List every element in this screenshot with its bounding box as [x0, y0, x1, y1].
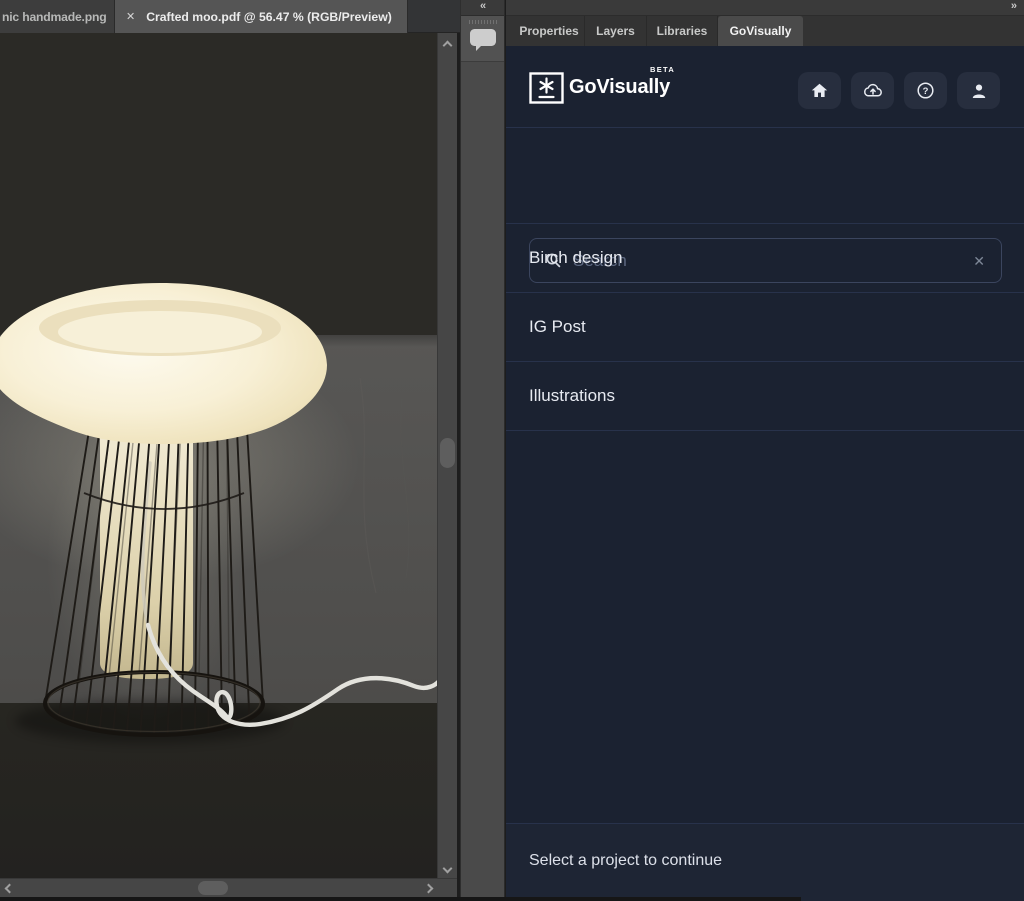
document-tab-label: Crafted moo.pdf @ 56.47 % (RGB/Preview) [146, 10, 392, 24]
home-icon [811, 83, 828, 98]
account-button[interactable] [957, 72, 1000, 109]
project-name: IG Post [529, 317, 586, 337]
collapse-icon[interactable]: « [480, 0, 485, 12]
tab-layers[interactable]: Layers [585, 16, 647, 46]
collapse-panel-bar[interactable]: « [461, 0, 504, 16]
vertical-scrollbar[interactable] [437, 33, 457, 878]
project-item-ig-post[interactable]: IG Post [506, 293, 1024, 362]
beta-badge: BETA [650, 65, 675, 74]
vertical-scrollbar-thumb[interactable] [440, 438, 455, 468]
photoshop-window: nic handmade.png ✕ Crafted moo.pdf @ 56.… [0, 0, 1024, 901]
brand-name: GoVisually [569, 76, 670, 99]
expand-icon[interactable]: » [1011, 0, 1016, 12]
svg-text:?: ? [923, 86, 929, 97]
search-section: ✕ [506, 128, 1024, 224]
help-icon: ? [917, 82, 934, 99]
project-name: Birch design [529, 248, 623, 268]
document-tab-label: nic handmade.png [2, 10, 106, 24]
tab-govisually[interactable]: GoVisually [718, 16, 803, 46]
canvas-viewport[interactable] [0, 33, 437, 878]
lamp-photo [0, 33, 437, 878]
expand-panel-bar[interactable]: » [506, 0, 1024, 16]
upload-button[interactable] [851, 72, 894, 109]
scroll-left-icon[interactable] [2, 881, 16, 895]
govisually-panel: GoVisually BETA ? [506, 46, 1024, 901]
govisually-logo-icon [529, 72, 564, 104]
project-item-birch-design[interactable]: Birch design [506, 224, 1024, 293]
project-name: Illustrations [529, 386, 615, 406]
help-button[interactable]: ? [904, 72, 947, 109]
scroll-down-icon[interactable] [440, 861, 454, 875]
scroll-right-icon[interactable] [421, 881, 435, 895]
govisually-footer: Select a project to continue [506, 823, 1024, 901]
panel-tab-bar: Properties Layers Libraries GoVisually [506, 16, 1024, 46]
scroll-up-icon[interactable] [440, 38, 454, 52]
comment-tool-section[interactable] [461, 16, 504, 62]
comment-bubble-icon[interactable] [469, 28, 497, 52]
horizontal-scrollbar[interactable] [0, 878, 457, 897]
document-tab-crafted-moo[interactable]: ✕ Crafted moo.pdf @ 56.47 % (RGB/Preview… [115, 0, 408, 33]
document-tab-handmade[interactable]: nic handmade.png [0, 0, 115, 33]
side-tool-strip: « [460, 0, 505, 901]
footer-hint: Select a project to continue [529, 852, 722, 870]
project-item-illustrations[interactable]: Illustrations [506, 362, 1024, 431]
document-tab-bar: nic handmade.png ✕ Crafted moo.pdf @ 56.… [0, 0, 460, 33]
govisually-header: GoVisually BETA ? [506, 46, 1024, 128]
window-bottom-edge [0, 897, 801, 901]
tab-properties[interactable]: Properties [514, 16, 585, 46]
user-icon [971, 83, 987, 99]
tab-libraries[interactable]: Libraries [647, 16, 718, 46]
panel-grip [469, 20, 497, 24]
home-button[interactable] [798, 72, 841, 109]
right-panel: » Properties Layers Libraries GoVisually [506, 0, 1024, 901]
horizontal-scrollbar-thumb[interactable] [198, 881, 228, 895]
close-icon[interactable]: ✕ [126, 10, 135, 23]
cloud-upload-icon [863, 83, 883, 98]
